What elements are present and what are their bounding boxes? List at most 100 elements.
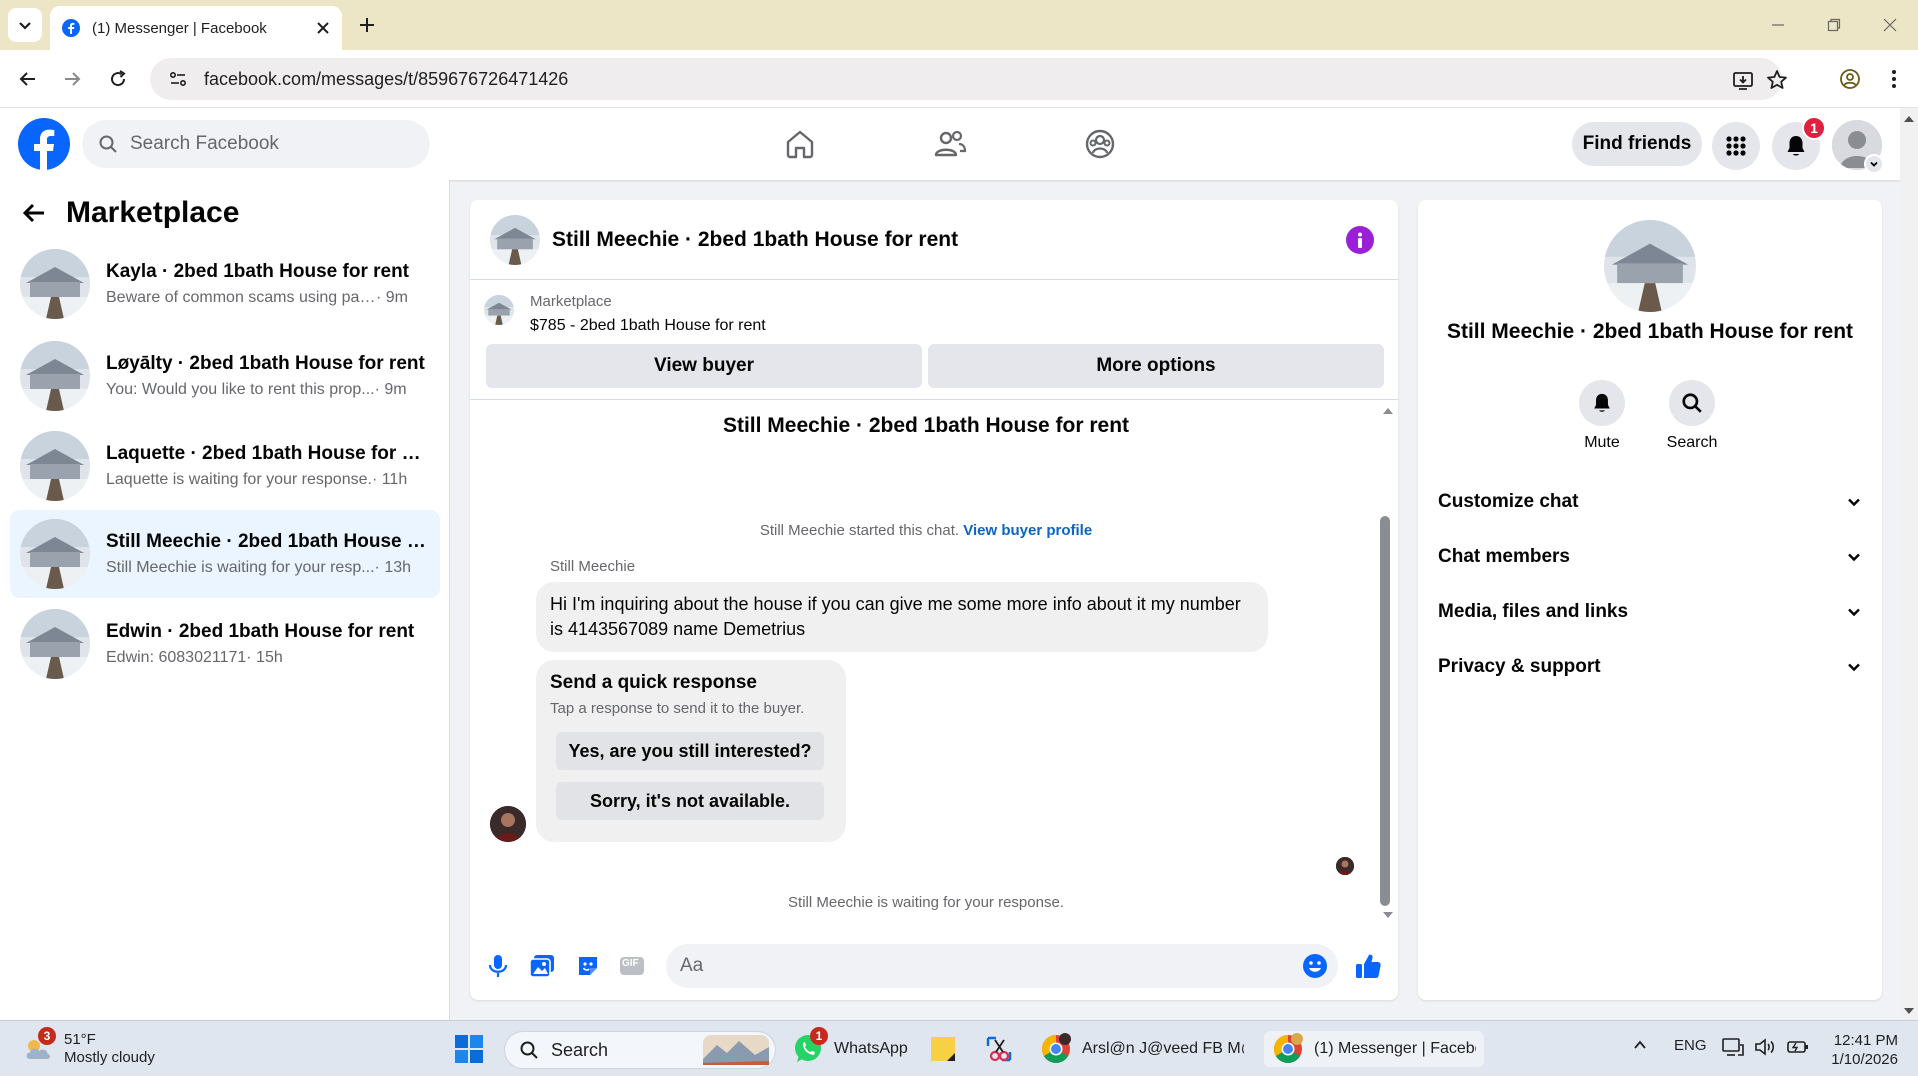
facebook-search-input[interactable]: Search Facebook (82, 120, 430, 168)
scroll-up-icon[interactable] (1900, 112, 1918, 126)
home-icon (786, 130, 814, 159)
message-thread: Still Meechie · 2bed 1bath House for ren… (470, 400, 1398, 930)
facebook-logo-icon (18, 118, 70, 170)
listing-title[interactable]: $785 - 2bed 1bath House for rent (530, 317, 766, 335)
chevron-down-icon (1848, 608, 1860, 617)
listing-thumbnail (20, 249, 90, 319)
browser-tab-messenger[interactable]: (1) Messenger | Facebook (50, 6, 342, 50)
tab-title: (1) Messenger | Facebook (92, 19, 267, 37)
conversation-item-kayla[interactable]: Kayla · 2bed 1bath House for rent Beware… (10, 240, 440, 328)
back-button[interactable] (12, 63, 44, 95)
install-app-button[interactable] (1730, 67, 1756, 93)
scroll-down-icon[interactable] (1378, 908, 1398, 922)
chrome-profile-label: Arsl@n J@veed FB M@r (1082, 1040, 1244, 1057)
forward-button[interactable] (56, 63, 88, 95)
sticker-button[interactable] (574, 952, 602, 980)
scroll-down-icon[interactable] (1900, 1004, 1918, 1018)
chat-scrollbar-thumb[interactable] (1380, 516, 1390, 906)
search-action[interactable]: Search (1652, 380, 1732, 452)
notifications-button[interactable]: 1 (1772, 116, 1826, 170)
incoming-message-bubble[interactable]: Hi I'm inquiring about the house if you … (536, 582, 1268, 652)
profile-icon (1840, 69, 1860, 89)
mute-label: Mute (1584, 434, 1620, 451)
menu-button[interactable] (1712, 122, 1760, 170)
conversation-item-laquette[interactable]: Laquette · 2bed 1bath House for re... La… (10, 422, 440, 510)
mute-action[interactable]: Mute (1562, 380, 1642, 452)
chat-header-thumbnail[interactable] (490, 214, 540, 265)
listing-thumbnail (20, 431, 90, 501)
taskbar-chrome-profile[interactable]: Arsl@n J@veed FB M@r (1040, 1031, 1244, 1067)
close-tab-icon[interactable] (316, 21, 330, 35)
conversation-info-button[interactable] (1346, 226, 1374, 254)
groups-nav-button[interactable] (1070, 122, 1130, 166)
microphone-icon (488, 955, 508, 977)
chat-started-notice: Still Meechie started this chat. View bu… (470, 522, 1382, 539)
tab-search-button[interactable] (8, 8, 42, 42)
browser-toolbar: facebook.com/messages/t/859676726471426 (0, 50, 1918, 108)
media-files-links-section[interactable]: Media, files and links (1438, 592, 1862, 632)
reload-button[interactable] (102, 63, 134, 95)
profile-button[interactable] (1834, 63, 1866, 95)
show-hidden-icons-button[interactable] (1632, 1037, 1648, 1053)
conversation-item-still-meechie[interactable]: Still Meechie · 2bed 1bath House f... St… (10, 510, 440, 598)
attach-media-button[interactable] (528, 952, 556, 980)
home-nav-button[interactable] (770, 122, 830, 166)
friends-nav-button[interactable] (920, 122, 980, 166)
more-options-button[interactable]: More options (928, 344, 1384, 388)
mute-button[interactable] (1579, 380, 1625, 426)
restore-button[interactable] (1814, 10, 1854, 40)
quick-reply-interested-button[interactable]: Yes, are you still interested? (556, 732, 824, 770)
thread-title: Still Meechie · 2bed 1bath House for ren… (722, 414, 1130, 437)
search-in-conversation-button[interactable] (1669, 380, 1715, 426)
message-input-placeholder: Aa (680, 955, 704, 976)
sender-avatar[interactable] (490, 806, 526, 842)
system-tray[interactable] (1722, 1037, 1810, 1057)
emoji-icon[interactable] (1302, 953, 1328, 979)
account-menu-caret[interactable] (1864, 154, 1884, 174)
message-input[interactable]: Aa (666, 944, 1338, 988)
view-buyer-button[interactable]: View buyer (486, 344, 922, 388)
privacy-support-section[interactable]: Privacy & support (1438, 647, 1862, 687)
site-info-icon[interactable] (168, 69, 188, 89)
chat-title[interactable]: Still Meechie · 2bed 1bath House for ren… (552, 228, 958, 252)
weather-widget[interactable]: 3 51°F Mostly cloudy (22, 1027, 155, 1067)
bookmark-button[interactable] (1764, 67, 1790, 93)
like-button[interactable] (1354, 952, 1382, 980)
browser-menu-button[interactable] (1878, 63, 1910, 95)
chevron-up-icon (1634, 1040, 1646, 1049)
find-friends-button[interactable]: Find friends (1572, 122, 1702, 166)
quick-reply-not-available-button[interactable]: Sorry, it's not available. (556, 782, 824, 820)
page-scrollbar[interactable] (1900, 108, 1918, 1020)
taskbar-sticky-notes[interactable] (928, 1031, 958, 1067)
minimize-button[interactable] (1758, 10, 1798, 40)
chevron-down-icon (1848, 663, 1860, 672)
chat-header: Still Meechie · 2bed 1bath House for ren… (470, 200, 1398, 280)
taskbar-whatsapp[interactable]: 1 WhatsApp (792, 1027, 908, 1067)
clock[interactable]: 12:41 PM 1/10/2026 (1814, 1031, 1898, 1069)
back-arrow-icon[interactable] (22, 201, 46, 225)
facebook-logo[interactable] (18, 118, 70, 170)
bell-icon (1594, 393, 1610, 412)
battery-icon (1787, 1041, 1808, 1053)
conversation-item-edwin[interactable]: Edwin · 2bed 1bath House for rent Edwin:… (10, 600, 440, 688)
browser-tab-strip: (1) Messenger | Facebook (0, 0, 1918, 50)
taskbar-search[interactable]: Search (504, 1031, 776, 1069)
taskbar-snipping-tool[interactable] (984, 1031, 1014, 1067)
view-buyer-profile-link[interactable]: View buyer profile (963, 522, 1092, 539)
weather-alert-badge: 3 (38, 1027, 56, 1045)
new-tab-button[interactable] (352, 10, 382, 40)
chat-members-section[interactable]: Chat members (1438, 537, 1862, 577)
house-photo-icon (484, 295, 514, 325)
house-photo-icon (1604, 220, 1696, 312)
address-bar[interactable]: facebook.com/messages/t/859676726471426 (150, 58, 1787, 100)
start-button[interactable] (454, 1031, 484, 1067)
taskbar-chrome-messenger[interactable]: (1) Messenger | Faceboo (1264, 1031, 1484, 1067)
close-window-button[interactable] (1870, 10, 1910, 40)
gif-button[interactable]: GIF (618, 952, 646, 980)
customize-chat-section[interactable]: Customize chat (1438, 482, 1862, 522)
voice-clip-button[interactable] (484, 952, 512, 980)
scroll-up-icon[interactable] (1378, 404, 1398, 418)
language-indicator[interactable]: ENG (1674, 1037, 1707, 1054)
conversation-item-loyalty[interactable]: Løyālty · 2bed 1bath House for rent You:… (10, 332, 440, 420)
url-text[interactable]: facebook.com/messages/t/859676726471426 (204, 69, 568, 90)
